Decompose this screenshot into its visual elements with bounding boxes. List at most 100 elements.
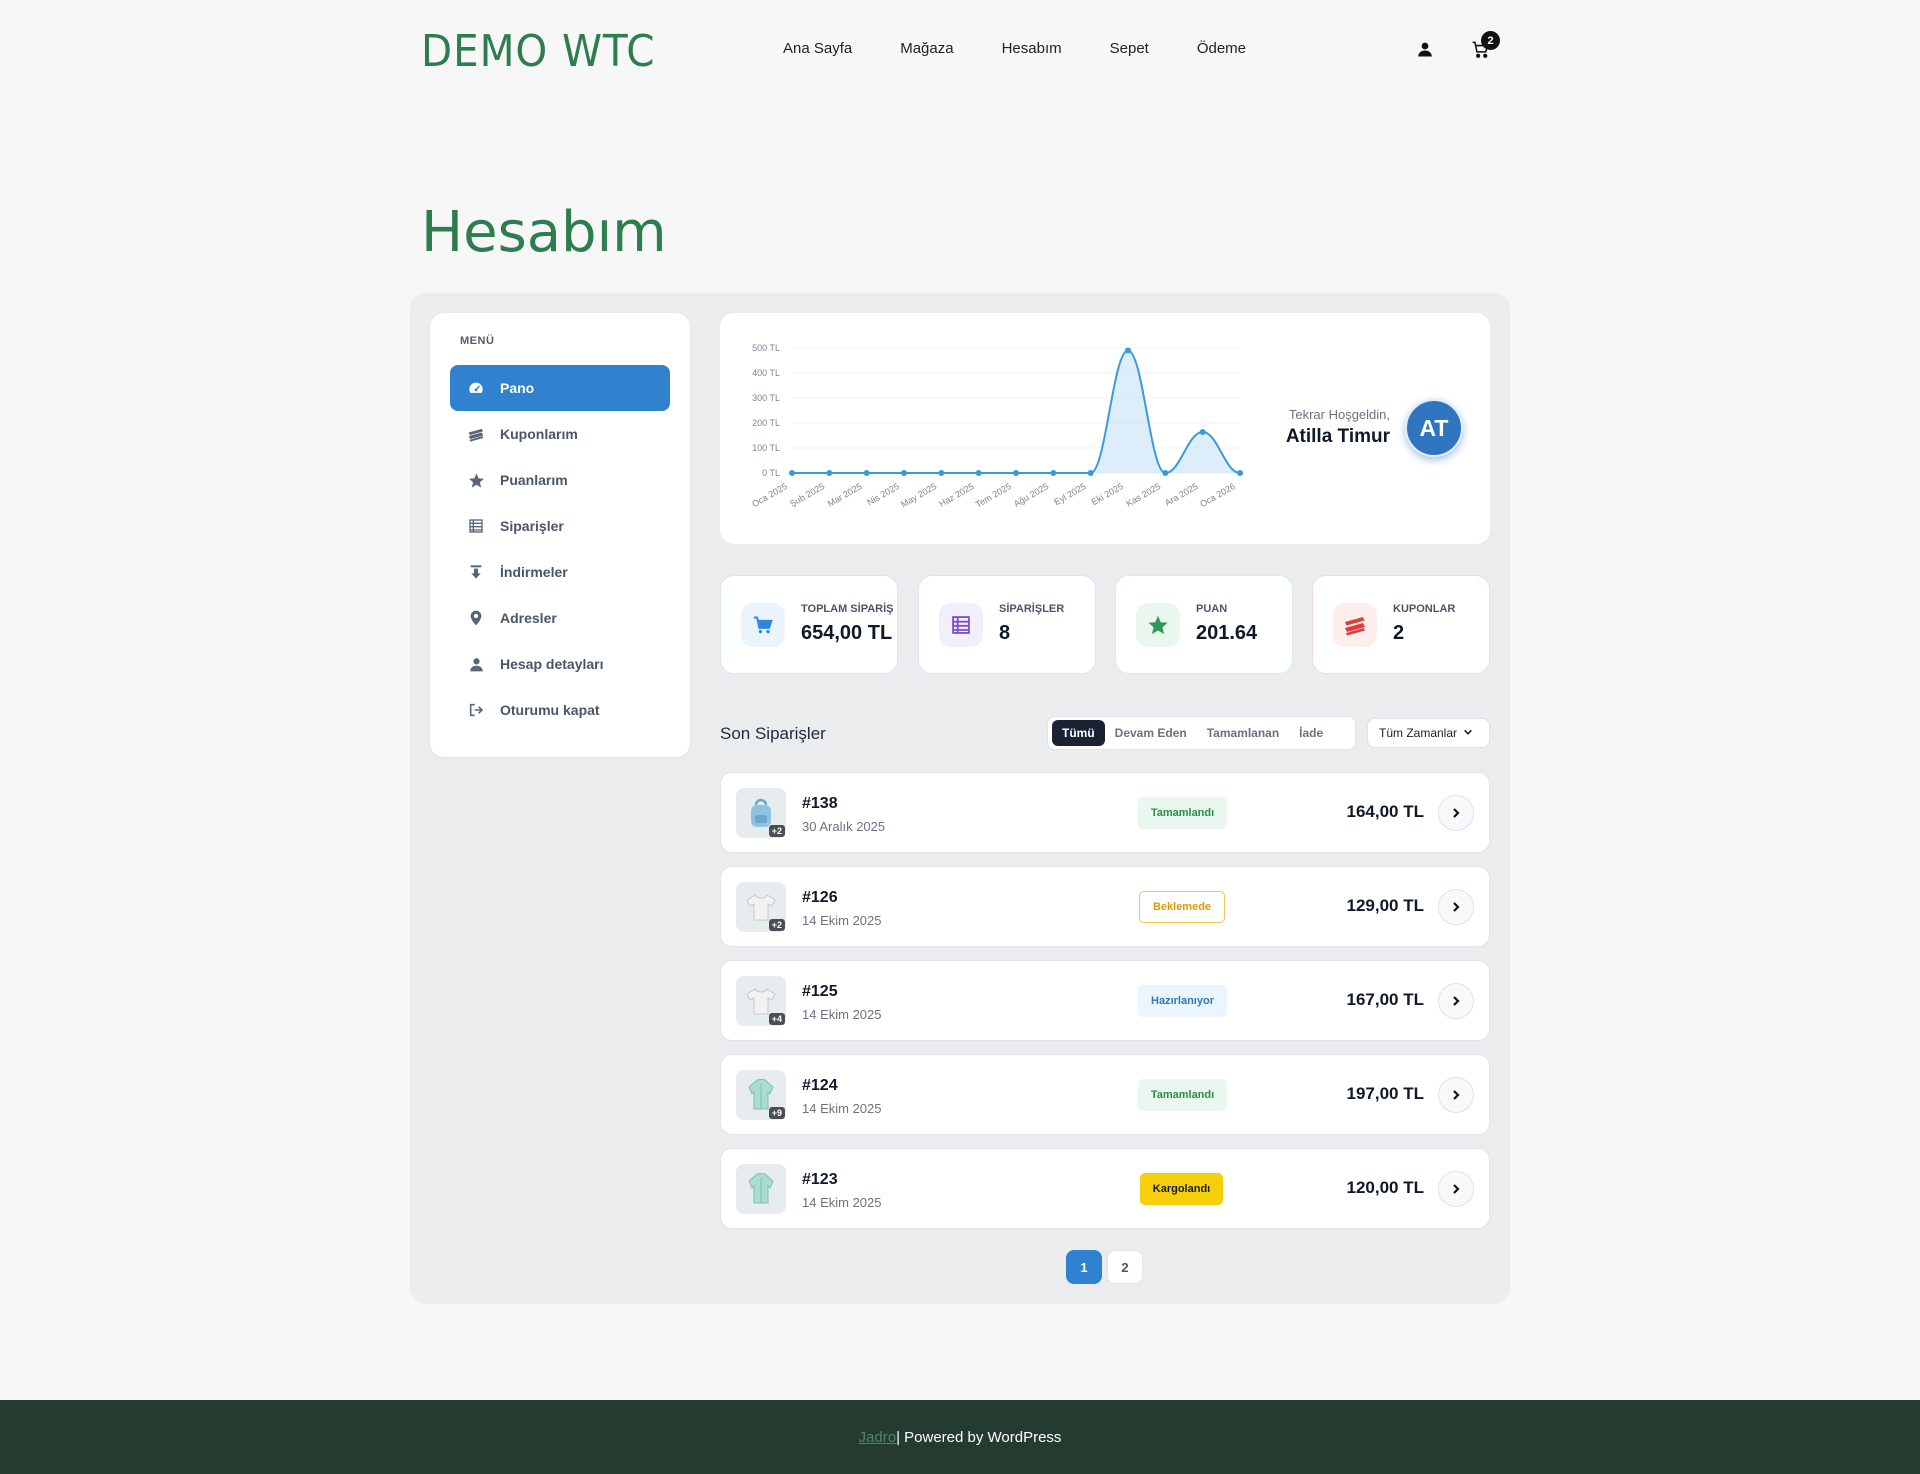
- chart-data-point: [1087, 470, 1094, 476]
- x-tick-label: May 2025: [899, 481, 938, 509]
- order-thumbnail: [736, 1164, 786, 1214]
- order-price: 167,00 TL: [1346, 990, 1425, 1009]
- order-detail-button[interactable]: [1438, 983, 1474, 1019]
- tab-completed[interactable]: Tamamlanan: [1197, 720, 1289, 746]
- tab-in-progress[interactable]: Devam Eden: [1105, 720, 1197, 746]
- status-badge: Beklemede: [1139, 891, 1225, 923]
- nav-home[interactable]: Ana Sayfa: [783, 40, 852, 57]
- order-price: 197,00 TL: [1346, 1084, 1425, 1103]
- dashboard-icon: [466, 378, 486, 398]
- order-detail-button[interactable]: [1438, 795, 1474, 831]
- chevron-down-icon: [1463, 726, 1473, 740]
- order-row[interactable]: #123 14 Ekim 2025 Kargolandı 120,00 TL: [720, 1148, 1490, 1229]
- order-row[interactable]: +4 #125 14 Ekim 2025 Hazırlanıyor 167,00 TL: [720, 960, 1490, 1041]
- time-filter-value: Tüm Zamanlar: [1379, 726, 1458, 740]
- order-row[interactable]: +9 #124 14 Ekim 2025 Tamamlandı 197,00 TL: [720, 1054, 1490, 1135]
- recent-orders-title: Son Siparişler: [720, 724, 826, 743]
- nav-checkout[interactable]: Ödeme: [1197, 40, 1246, 57]
- chart-data-point: [826, 470, 833, 476]
- order-detail-button[interactable]: [1438, 1171, 1474, 1207]
- star-icon: [466, 470, 486, 490]
- x-tick-label: Mar 2025: [826, 481, 864, 509]
- order-date: 30 Aralık 2025: [802, 819, 886, 834]
- order-date: 14 Ekim 2025: [802, 1195, 882, 1210]
- chart-data-point: [901, 470, 907, 476]
- order-thumbnail: +2: [736, 882, 786, 932]
- site-logo[interactable]: DEMO WTC: [421, 26, 655, 77]
- sidebar-item-downloads[interactable]: İndirmeler: [450, 549, 670, 595]
- user-icon[interactable]: [1414, 38, 1436, 60]
- sidebar-item-coupons[interactable]: Kuponlarım: [450, 411, 670, 457]
- logout-icon: [466, 700, 486, 720]
- sidebar-item-label: Hesap detayları: [500, 656, 604, 672]
- x-tick-label: Ara 2025: [1163, 481, 1200, 508]
- sidebar-item-label: Siparişler: [500, 518, 564, 534]
- x-tick-label: Haz 2025: [937, 481, 975, 509]
- stat-total-orders: TOPLAM SİPARİŞ 654,00 TL: [720, 575, 898, 674]
- sidebar-item-points[interactable]: Puanlarım: [450, 457, 670, 503]
- sidebar-item-dashboard[interactable]: Pano: [450, 365, 670, 411]
- coupons-icon: [466, 424, 486, 444]
- nav-account[interactable]: Hesabım: [1002, 40, 1062, 57]
- extra-items-badge: +2: [768, 825, 785, 837]
- order-detail-button[interactable]: [1438, 1077, 1474, 1113]
- order-thumbnail: +4: [736, 976, 786, 1026]
- x-tick-label: Eyl 2025: [1052, 481, 1087, 507]
- tab-refund[interactable]: İade: [1289, 720, 1333, 746]
- list-icon: [466, 516, 486, 536]
- sidebar-item-label: Oturumu kapat: [500, 702, 600, 718]
- sidebar-item-orders[interactable]: Siparişler: [450, 503, 670, 549]
- order-date: 14 Ekim 2025: [802, 1007, 882, 1022]
- stat-label: KUPONLAR: [1393, 603, 1456, 615]
- sidebar-item-label: Adresler: [500, 610, 557, 626]
- x-tick-label: Nis 2025: [865, 481, 901, 507]
- stat-label: SİPARİŞLER: [999, 603, 1065, 615]
- order-price: 164,00 TL: [1346, 802, 1425, 821]
- stat-coupons: KUPONLAR 2: [1312, 575, 1490, 674]
- sidebar-item-label: İndirmeler: [500, 564, 568, 580]
- order-number: #138: [802, 795, 838, 812]
- order-number: #125: [802, 983, 838, 1000]
- chevron-right-icon: [1453, 902, 1460, 912]
- stat-label: PUAN: [1196, 603, 1228, 615]
- page-2-button[interactable]: 2: [1107, 1250, 1143, 1284]
- order-thumbnail: +9: [736, 1070, 786, 1120]
- cart-count-badge: 2: [1481, 31, 1500, 50]
- order-row[interactable]: +2 #138 30 Aralık 2025 Tamamlandı 164,00 TL: [720, 772, 1490, 853]
- chart-data-point: [1050, 470, 1057, 476]
- x-tick-label: Eki 2025: [1090, 481, 1125, 507]
- chart-data-point: [863, 470, 870, 476]
- order-detail-button[interactable]: [1438, 889, 1474, 925]
- avatar[interactable]: AT: [1405, 399, 1463, 457]
- footer-text: | Powered by WordPress: [896, 1428, 1062, 1446]
- order-row[interactable]: +2 #126 14 Ekim 2025 Beklemede 129,00 TL: [720, 866, 1490, 947]
- stat-value: 654,00 TL: [801, 622, 893, 644]
- stat-orders: SİPARİŞLER 8: [918, 575, 1096, 674]
- y-tick-label: 200 TL: [752, 418, 780, 428]
- nav-shop[interactable]: Mağaza: [900, 40, 953, 57]
- chevron-right-icon: [1453, 996, 1460, 1006]
- stat-value: 201.64: [1196, 622, 1258, 644]
- order-date: 14 Ekim 2025: [802, 1101, 882, 1116]
- coupons-icon: [1333, 603, 1377, 647]
- footer-theme-link[interactable]: Jadro: [859, 1429, 897, 1446]
- chart-series-line: [791, 349, 1241, 475]
- chart-data-point: [1237, 470, 1243, 476]
- order-number: #123: [802, 1171, 838, 1188]
- tab-all[interactable]: Tümü: [1052, 720, 1105, 746]
- chart-data-point: [975, 470, 982, 476]
- nav-cart[interactable]: Sepet: [1110, 40, 1149, 57]
- order-price: 129,00 TL: [1346, 896, 1425, 915]
- sidebar-item-account-details[interactable]: Hesap detayları: [450, 641, 670, 687]
- order-number: #124: [802, 1077, 838, 1094]
- page-1-button[interactable]: 1: [1066, 1250, 1102, 1284]
- star-icon: [1136, 603, 1180, 647]
- sidebar-item-logout[interactable]: Oturumu kapat: [450, 687, 670, 733]
- location-icon: [466, 608, 486, 628]
- chevron-right-icon: [1453, 1184, 1460, 1194]
- main-nav: Ana Sayfa Mağaza Hesabım Sepet Ödeme: [783, 40, 1294, 57]
- order-thumbnail: +2: [736, 788, 786, 838]
- sidebar-item-label: Kuponlarım: [500, 426, 578, 442]
- sidebar-item-addresses[interactable]: Adresler: [450, 595, 670, 641]
- time-filter-select[interactable]: Tüm Zamanlar: [1367, 718, 1490, 748]
